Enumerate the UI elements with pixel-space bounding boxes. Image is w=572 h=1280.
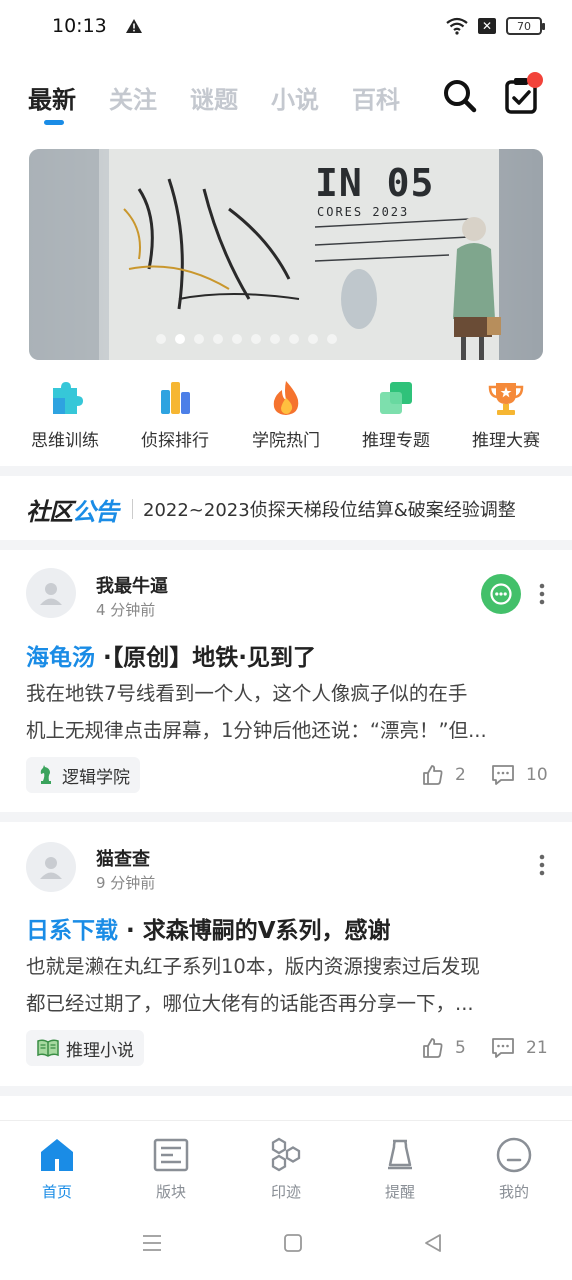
quick-reasoning-contest[interactable]: 推理大赛 <box>451 378 561 451</box>
carousel-dot[interactable] <box>326 334 337 344</box>
quick-reasoning-topics[interactable]: 推理专题 <box>341 378 451 451</box>
carousel-dot[interactable] <box>250 334 261 344</box>
carousel-dot[interactable] <box>155 334 166 344</box>
carousel-dot[interactable] <box>212 334 223 344</box>
post-tag[interactable]: 推理小说 <box>26 1030 144 1066</box>
post-author[interactable]: 猫查查 <box>96 845 150 871</box>
post-title[interactable]: 日系下载 · 求森博嗣的V系列，感谢 <box>26 911 391 945</box>
post-category[interactable]: 日系下载 <box>26 918 118 944</box>
post-card[interactable]: 猫查查 9 分钟前 日系下载 · 求森博嗣的V系列，感谢 也就是濑在丸红子系列1… <box>0 822 572 1084</box>
avatar[interactable] <box>26 568 76 618</box>
community-notice[interactable]: 社区公告 2022~2023侦探天梯段位结算&破案经验调整 <box>0 478 572 540</box>
section-divider <box>0 812 572 822</box>
carousel-dot[interactable] <box>193 334 204 344</box>
quick-actions: 思维训练 侦探排行 学院热门 推理专题 推理大赛 <box>0 378 572 458</box>
bell-icon <box>388 1139 412 1170</box>
sim-x-icon: ✕ <box>478 18 496 34</box>
wifi-icon <box>446 17 468 35</box>
banner-subtitle: CORES 2023 <box>317 205 410 219</box>
section-divider <box>0 466 572 476</box>
chat-bubble-icon[interactable] <box>481 574 521 614</box>
board-icon <box>153 1138 189 1172</box>
open-book-icon <box>37 1039 59 1057</box>
bottom-nav: 首页 版块 印迹 提醒 我的 <box>0 1120 572 1210</box>
default-avatar-icon <box>40 583 62 605</box>
active-tab-indicator <box>44 120 64 125</box>
notice-divider <box>132 499 133 519</box>
quick-detective-ranking[interactable]: 侦探排行 <box>120 378 230 451</box>
carousel-dot[interactable] <box>288 334 299 344</box>
post-time: 9 分钟前 <box>96 874 156 892</box>
like-count[interactable]: 5 <box>421 1036 466 1060</box>
profile-icon <box>496 1137 532 1173</box>
carousel-dots <box>29 334 543 344</box>
nav-boards[interactable]: 版块 <box>131 1135 211 1202</box>
banner-artwork <box>29 149 543 360</box>
flame-icon <box>273 381 299 415</box>
chess-knight-icon <box>40 765 51 784</box>
cards-icon <box>380 382 412 414</box>
thumbs-up-icon <box>423 1038 443 1058</box>
banner-title: IN 05 <box>315 161 435 205</box>
status-bar: 10:13 ✕ 70 <box>0 0 572 52</box>
notice-text: 2022~2023侦探天梯段位结算&破案经验调整 <box>143 500 516 521</box>
hexagons-icon <box>271 1137 301 1172</box>
top-tab-bar: 最新 关注 谜题 小说 百科 <box>0 70 572 130</box>
search-icon[interactable] <box>440 76 480 116</box>
carousel-dot[interactable] <box>269 334 280 344</box>
more-options-icon[interactable] <box>537 853 547 877</box>
post-author[interactable]: 我最牛逼 <box>96 572 168 598</box>
home-icon <box>41 1139 73 1171</box>
like-count[interactable]: 2 <box>421 763 466 787</box>
nav-traces[interactable]: 印迹 <box>246 1135 326 1202</box>
default-avatar-icon <box>40 857 62 879</box>
post-excerpt: 也就是濑在丸红子系列10本，版内资源搜索过后发现 都已经过期了，哪位大佬有的话能… <box>26 955 480 1015</box>
carousel-dot[interactable] <box>307 334 318 344</box>
back-triangle-icon[interactable] <box>422 1232 444 1254</box>
post-excerpt: 我在地铁7号线看到一个人，这个人像疯子似的在手 机上无规律点击屏幕，1分钟后他还… <box>26 682 487 742</box>
avatar[interactable] <box>26 842 76 892</box>
ranking-bars-icon <box>161 382 190 414</box>
post-time: 4 分钟前 <box>96 601 156 619</box>
nav-home[interactable]: 首页 <box>17 1135 97 1202</box>
section-divider <box>0 1086 572 1096</box>
notification-dot <box>527 72 543 88</box>
section-divider <box>0 540 572 550</box>
quick-thinking-training[interactable]: 思维训练 <box>10 378 120 451</box>
comment-icon <box>492 1038 514 1058</box>
system-nav-bar <box>0 1210 572 1280</box>
recent-apps-icon[interactable] <box>141 1232 163 1254</box>
thumbs-up-icon <box>423 765 443 785</box>
status-time: 10:13 <box>52 15 107 37</box>
trophy-icon <box>488 383 524 415</box>
post-card[interactable]: 我最牛逼 4 分钟前 海龟汤 ·【原创】地铁·见到了 我在地铁7号线看到一个人，… <box>0 550 572 812</box>
home-square-icon[interactable] <box>282 1232 304 1254</box>
tab-latest[interactable]: 最新 <box>28 80 76 115</box>
quick-academy-hot[interactable]: 学院热门 <box>231 378 341 451</box>
tab-wiki[interactable]: 百科 <box>352 80 400 115</box>
post-category[interactable]: 海龟汤 <box>26 645 95 671</box>
tab-following[interactable]: 关注 <box>109 80 157 115</box>
comment-icon <box>492 765 514 785</box>
puzzle-icon <box>53 382 83 414</box>
post-tag[interactable]: 逻辑学院 <box>26 757 140 793</box>
carousel-dot[interactable] <box>231 334 242 344</box>
tab-novels[interactable]: 小说 <box>271 80 319 115</box>
comment-count[interactable]: 21 <box>490 1036 548 1060</box>
tab-puzzles[interactable]: 谜题 <box>190 80 238 115</box>
comment-count[interactable]: 10 <box>490 763 548 787</box>
more-options-icon[interactable] <box>537 582 547 606</box>
warning-icon <box>125 19 142 33</box>
nav-profile[interactable]: 我的 <box>474 1135 554 1202</box>
notice-brand: 社区公告 <box>26 497 119 526</box>
carousel-dot[interactable] <box>174 334 185 344</box>
banner-carousel[interactable]: IN 05 CORES 2023 <box>29 149 543 360</box>
nav-reminders[interactable]: 提醒 <box>360 1135 440 1202</box>
post-title[interactable]: 海龟汤 ·【原创】地铁·见到了 <box>26 638 316 672</box>
battery-icon: 70 <box>506 17 545 35</box>
